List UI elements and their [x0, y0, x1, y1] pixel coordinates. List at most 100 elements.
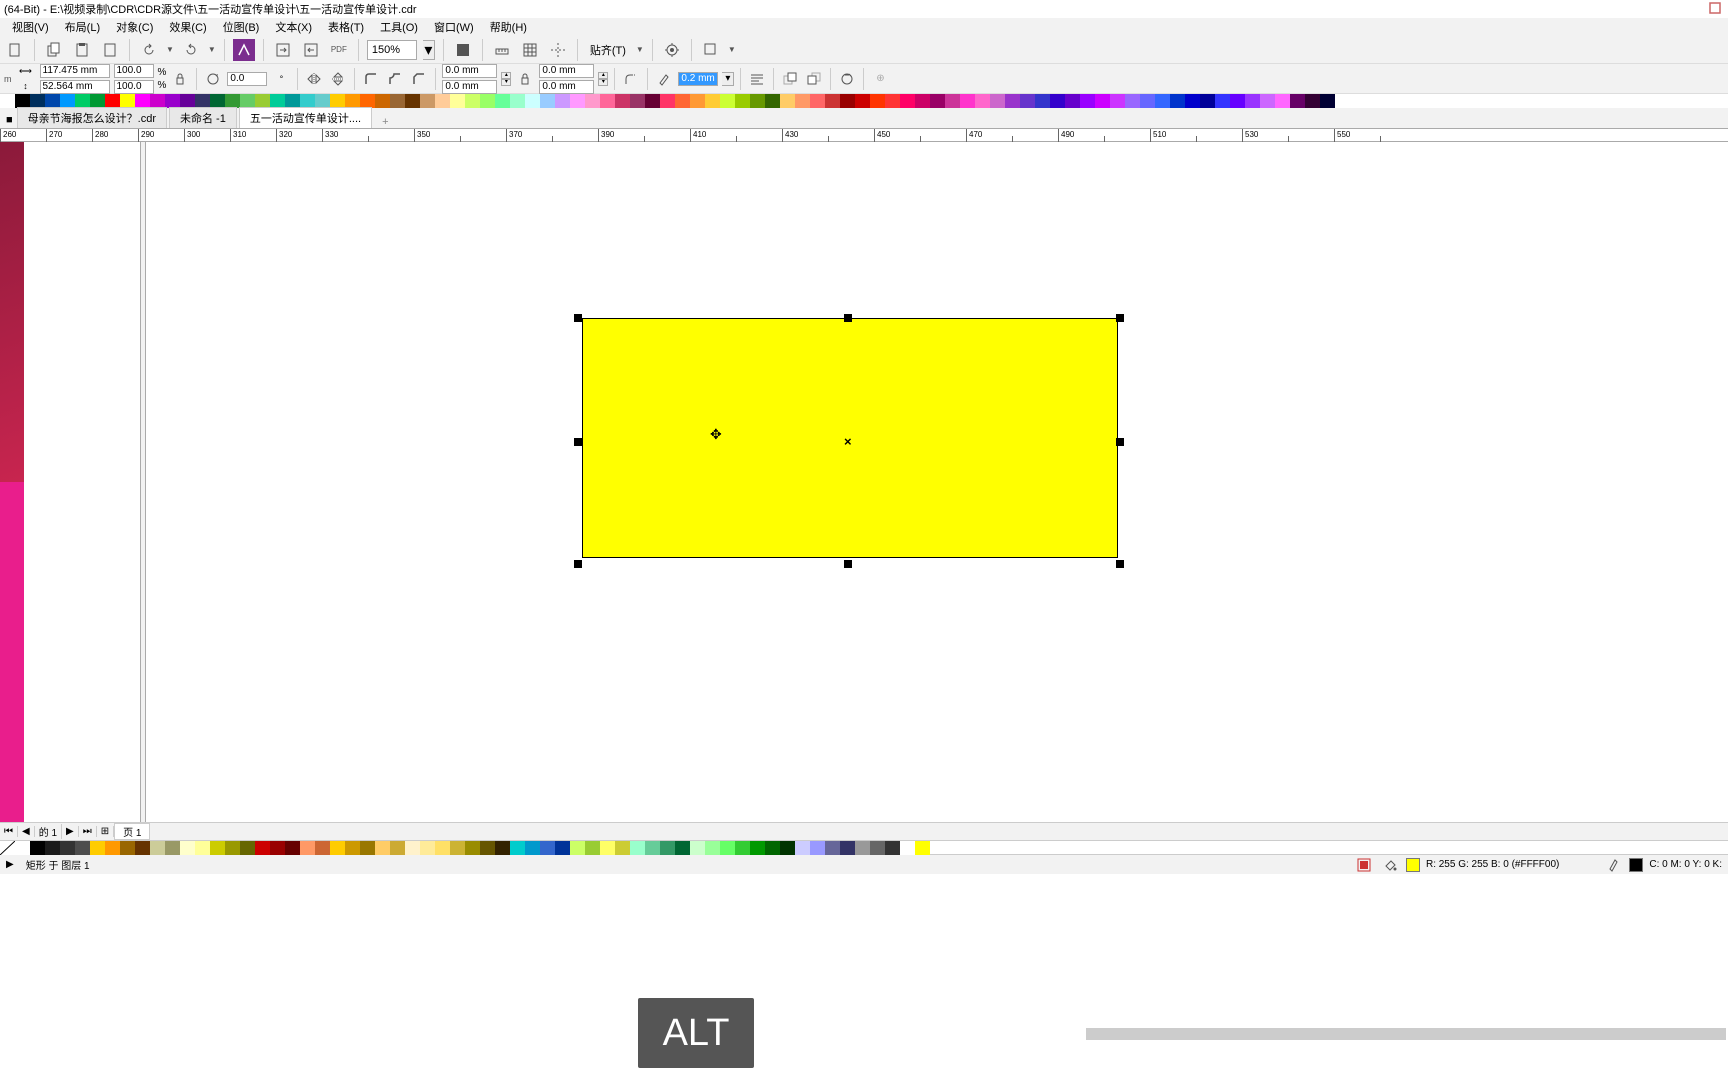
- color-swatch[interactable]: [1230, 94, 1245, 108]
- menu-item[interactable]: 对象(C): [108, 19, 161, 35]
- color-swatch[interactable]: [855, 841, 870, 855]
- color-swatch[interactable]: [825, 841, 840, 855]
- color-swatch[interactable]: [1305, 94, 1320, 108]
- color-swatch[interactable]: [150, 841, 165, 855]
- color-swatch[interactable]: [540, 94, 555, 108]
- color-swatch[interactable]: [570, 94, 585, 108]
- color-swatch[interactable]: [840, 841, 855, 855]
- front-of-layer-icon[interactable]: [780, 69, 800, 89]
- color-swatch[interactable]: [870, 841, 885, 855]
- color-swatch[interactable]: [1140, 94, 1155, 108]
- color-swatch[interactable]: [225, 94, 240, 108]
- color-swatch[interactable]: [705, 94, 720, 108]
- color-swatch[interactable]: [960, 94, 975, 108]
- color-swatch[interactable]: [675, 841, 690, 855]
- add-tab-icon[interactable]: +: [374, 116, 396, 128]
- color-swatch[interactable]: [540, 841, 555, 855]
- horizontal-scrollbar[interactable]: [1086, 1028, 1726, 1040]
- color-swatch[interactable]: [900, 841, 915, 855]
- color-swatch[interactable]: [885, 94, 900, 108]
- color-swatch[interactable]: [915, 94, 930, 108]
- color-swatch[interactable]: [60, 94, 75, 108]
- color-swatch[interactable]: [285, 94, 300, 108]
- color-swatch[interactable]: [720, 841, 735, 855]
- color-swatch[interactable]: [60, 841, 75, 855]
- color-swatch[interactable]: [510, 841, 525, 855]
- color-swatch[interactable]: [465, 94, 480, 108]
- color-swatch[interactable]: [435, 841, 450, 855]
- color-swatch[interactable]: [525, 94, 540, 108]
- color-swatch[interactable]: [255, 94, 270, 108]
- show-grid-icon[interactable]: [519, 39, 541, 61]
- color-swatch[interactable]: [480, 841, 495, 855]
- color-swatch[interactable]: [1215, 94, 1230, 108]
- color-swatch[interactable]: [645, 841, 660, 855]
- corner-tr-input[interactable]: 0.0 mm: [539, 64, 594, 78]
- color-swatch[interactable]: [165, 841, 180, 855]
- document-tab[interactable]: 母亲节海报怎么设计？.cdr: [17, 107, 167, 128]
- color-swatch[interactable]: [690, 94, 705, 108]
- color-swatch[interactable]: [1320, 94, 1335, 108]
- color-swatch[interactable]: [180, 841, 195, 855]
- lock-ratio-icon[interactable]: [170, 69, 190, 89]
- color-swatch[interactable]: [1170, 94, 1185, 108]
- color-swatch[interactable]: [795, 94, 810, 108]
- copy-icon[interactable]: [43, 39, 65, 61]
- snap-label[interactable]: 贴齐(T): [586, 42, 630, 58]
- show-guides-icon[interactable]: [547, 39, 569, 61]
- color-swatch[interactable]: [165, 94, 180, 108]
- zoom-input[interactable]: 150%: [367, 40, 417, 60]
- stroke-swatch[interactable]: [1629, 858, 1643, 872]
- add-icon[interactable]: ⊕: [870, 69, 890, 89]
- pdf-icon[interactable]: PDF: [328, 39, 350, 61]
- color-swatch[interactable]: [420, 841, 435, 855]
- color-swatch[interactable]: [195, 94, 210, 108]
- page-prev-icon[interactable]: ◀: [18, 826, 35, 837]
- menu-item[interactable]: 窗口(W): [426, 19, 482, 35]
- color-swatch[interactable]: [825, 94, 840, 108]
- color-swatch[interactable]: [210, 94, 225, 108]
- color-swatch[interactable]: [345, 841, 360, 855]
- document-tab[interactable]: 五一活动宣传单设计....: [239, 107, 372, 128]
- color-swatch[interactable]: [1020, 94, 1035, 108]
- color-swatch[interactable]: [510, 94, 525, 108]
- color-swatch[interactable]: [870, 94, 885, 108]
- color-swatch[interactable]: [285, 841, 300, 855]
- color-swatch[interactable]: [645, 94, 660, 108]
- color-swatch[interactable]: [450, 841, 465, 855]
- fill-swatch[interactable]: [1406, 858, 1420, 872]
- color-swatch[interactable]: [180, 94, 195, 108]
- color-swatch[interactable]: [90, 841, 105, 855]
- back-of-layer-icon[interactable]: [804, 69, 824, 89]
- color-swatch[interactable]: [300, 841, 315, 855]
- color-swatch[interactable]: [390, 94, 405, 108]
- no-fill-swatch[interactable]: [0, 841, 15, 855]
- color-swatch[interactable]: [1035, 94, 1050, 108]
- color-swatch[interactable]: [135, 94, 150, 108]
- color-swatch[interactable]: [45, 841, 60, 855]
- color-swatch[interactable]: [330, 841, 345, 855]
- width-input[interactable]: 117.475 mm: [40, 64, 110, 78]
- color-swatch[interactable]: [735, 841, 750, 855]
- color-swatch[interactable]: [15, 94, 30, 108]
- color-swatch[interactable]: [120, 94, 135, 108]
- maximize-icon[interactable]: [1708, 1, 1722, 18]
- color-swatch[interactable]: [375, 841, 390, 855]
- color-swatch[interactable]: [810, 841, 825, 855]
- menu-item[interactable]: 位图(B): [215, 19, 268, 35]
- color-swatch[interactable]: [105, 94, 120, 108]
- zoom-dropdown-icon[interactable]: ▾: [423, 40, 435, 60]
- color-swatch[interactable]: [150, 94, 165, 108]
- color-swatch[interactable]: [750, 841, 765, 855]
- corner-bl-input[interactable]: 0.0 mm: [442, 80, 497, 94]
- color-swatch[interactable]: [1155, 94, 1170, 108]
- color-swatch[interactable]: [195, 841, 210, 855]
- color-swatch[interactable]: [1005, 94, 1020, 108]
- color-swatch[interactable]: [135, 841, 150, 855]
- handle-ml[interactable]: [574, 438, 582, 446]
- color-swatch[interactable]: [630, 841, 645, 855]
- height-input[interactable]: 52.564 mm: [40, 80, 110, 94]
- color-swatch[interactable]: [555, 841, 570, 855]
- undo-icon[interactable]: [138, 39, 160, 61]
- corner-tl-input[interactable]: 0.0 mm: [442, 64, 497, 78]
